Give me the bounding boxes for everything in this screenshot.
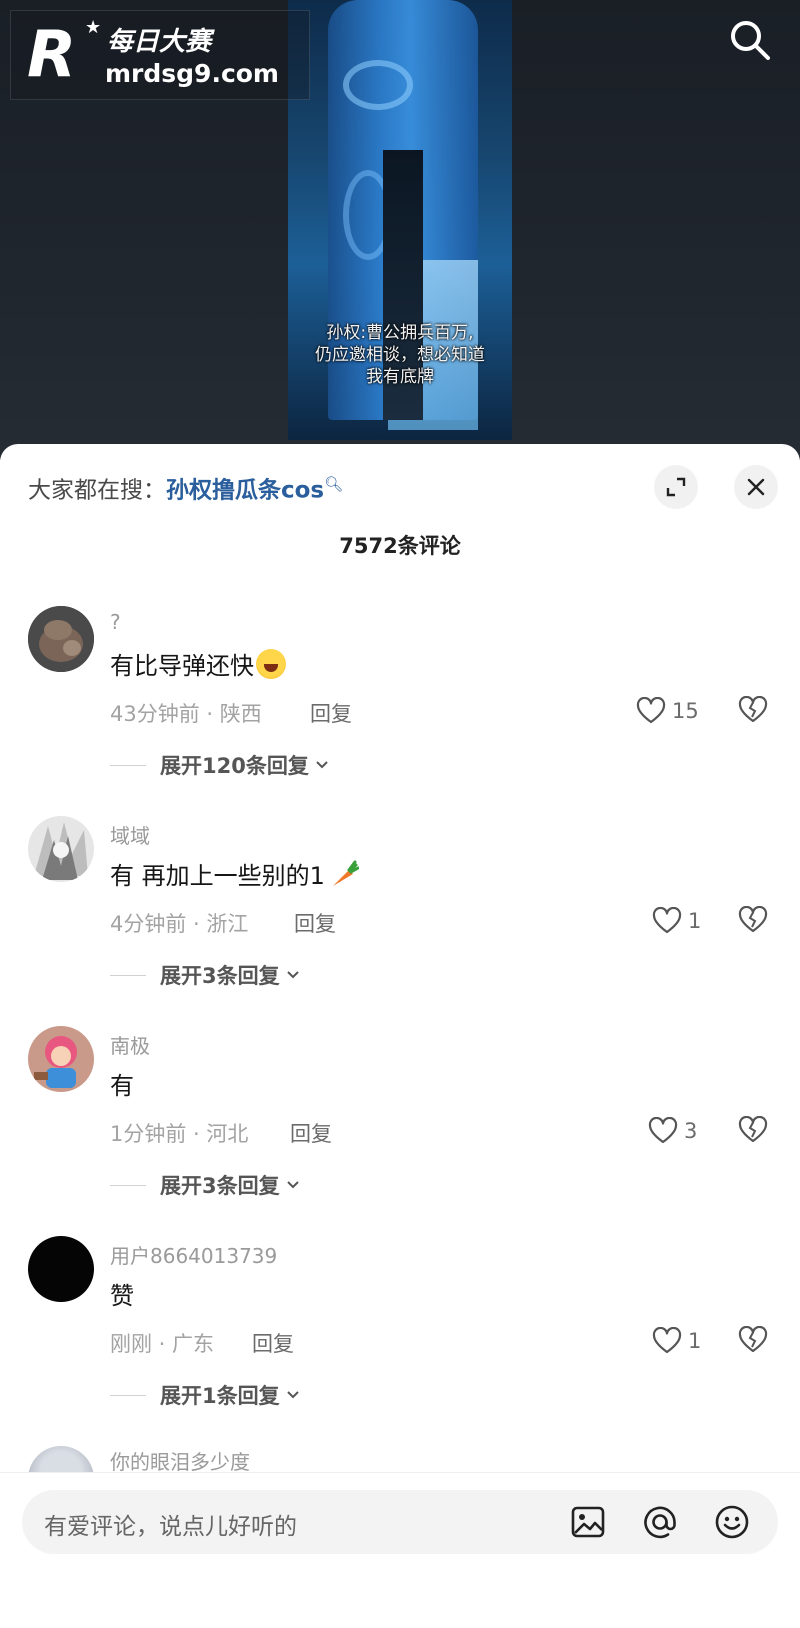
comment-text: 有比导弹还快	[110, 646, 286, 681]
divider-line	[110, 974, 146, 976]
comment-input-bar[interactable]: 有爱评论，说点儿好听的	[22, 1490, 778, 1554]
comment-item: 用户8664013739 赞 刚刚 · 广东 回复 1 展开1条回复	[0, 1236, 800, 1436]
reply-button[interactable]: 回复	[310, 698, 352, 728]
expand-icon	[666, 477, 686, 497]
expand-replies-label: 展开120条回复	[160, 754, 309, 778]
comment-text: 有	[110, 1072, 134, 1100]
expand-replies-label: 展开3条回复	[160, 964, 280, 988]
image-icon[interactable]	[570, 1504, 606, 1540]
reply-button[interactable]: 回复	[294, 908, 336, 938]
video-player[interactable]: 孙权:曹公拥兵百万, 仍应邀相谈，想必知道 我有底牌 R ★ 每日大赛 mrds…	[0, 0, 800, 460]
divider-line	[110, 764, 146, 766]
reply-button[interactable]: 回复	[252, 1328, 294, 1358]
dislike-button[interactable]	[738, 1115, 768, 1146]
logo-letter: R	[27, 18, 77, 92]
expand-replies-button[interactable]: 展开120条回复	[110, 750, 331, 780]
comment-sheet: 大家都在搜：孙权撸瓜条cos🔍︎ 7572条评论 ? 有比导弹还快 43分钟前 …	[0, 444, 800, 1628]
comment-item: ? 有比导弹还快 43分钟前 · 陕西 回复 15 展开120条回复	[0, 606, 800, 806]
comment-meta: 1分钟前 · 河北	[110, 1122, 249, 1146]
trending-search[interactable]: 大家都在搜：孙权撸瓜条cos🔍︎	[28, 468, 343, 507]
like-button[interactable]: 3	[648, 1116, 697, 1146]
divider-line	[110, 1184, 146, 1186]
comment-meta: 4分钟前 · 浙江	[110, 912, 249, 936]
comment-input[interactable]: 有爱评论，说点儿好听的	[44, 1507, 297, 1541]
expand-replies-button[interactable]: 展开3条回复	[110, 960, 302, 990]
expand-replies-button[interactable]: 展开1条回复	[110, 1380, 302, 1410]
comment-text-content: 有比导弹还快	[110, 652, 254, 680]
dislike-button[interactable]	[738, 905, 768, 936]
divider-line	[110, 1394, 146, 1396]
comment-username[interactable]: 你的眼泪多少度	[110, 1446, 250, 1472]
heart-icon	[652, 907, 682, 934]
robe-pattern	[343, 60, 413, 110]
chevron-down-icon	[316, 761, 328, 769]
dislike-button[interactable]	[738, 695, 768, 726]
comment-meta: 43分钟前 · 陕西	[110, 702, 262, 726]
comment-text-content: 有 再加上一些别的1	[110, 862, 325, 890]
star-icon: ★	[85, 17, 102, 38]
comment-text: 有 再加上一些别的1	[110, 856, 359, 891]
heart-icon	[652, 1327, 682, 1354]
comment-item: 南极 有 1分钟前 · 河北 回复 3 展开3条回复	[0, 1026, 800, 1226]
broken-heart-icon	[738, 905, 768, 933]
like-count: 3	[684, 1119, 698, 1143]
avatar[interactable]	[28, 1026, 94, 1092]
broken-heart-icon	[738, 1115, 768, 1143]
comment-meta: 刚刚 · 广东	[110, 1332, 215, 1356]
like-count: 15	[672, 699, 699, 723]
search-small-icon: 🔍︎	[324, 475, 344, 493]
close-button[interactable]	[734, 465, 778, 509]
sweat-laugh-emoji	[256, 649, 286, 679]
comment-username[interactable]: ?	[110, 610, 121, 634]
video-subtitle: 孙权:曹公拥兵百万, 仍应邀相谈，想必知道 我有底牌	[288, 322, 512, 388]
search-icon[interactable]	[726, 16, 774, 64]
comment-username[interactable]: 用户8664013739	[110, 1240, 277, 1269]
heart-icon	[636, 697, 666, 724]
carrot-emoji	[332, 860, 359, 886]
avatar[interactable]	[28, 606, 94, 672]
chevron-down-icon	[286, 971, 299, 979]
like-button[interactable]: 15	[636, 696, 699, 726]
chevron-down-icon	[286, 1391, 299, 1399]
like-count: 1	[688, 909, 702, 933]
comment-item: 你的眼泪多少度	[0, 1446, 800, 1472]
comment-username[interactable]: 域域	[110, 820, 150, 849]
avatar[interactable]	[28, 1236, 94, 1302]
broken-heart-icon	[738, 695, 768, 723]
heart-icon	[648, 1117, 678, 1144]
subtitle-line: 仍应邀相谈，想必知道	[315, 345, 485, 365]
expand-replies-button[interactable]: 展开3条回复	[110, 1170, 302, 1200]
comment-username[interactable]: 南极	[110, 1030, 150, 1059]
chevron-down-icon	[286, 1181, 299, 1189]
sheet-header: 大家都在搜：孙权撸瓜条cos🔍︎	[0, 444, 800, 524]
watermark-logo: R ★ 每日大赛 mrdsg9.com	[10, 10, 310, 100]
like-button[interactable]: 1	[652, 1326, 701, 1356]
trending-search-prefix: 大家都在搜：	[28, 477, 166, 504]
close-icon	[747, 478, 765, 496]
logo-brand-text: 每日大赛	[107, 27, 212, 57]
comment-text: 赞	[110, 1282, 134, 1310]
broken-heart-icon	[738, 1325, 768, 1353]
logo-url: mrdsg9.com	[105, 59, 279, 88]
like-button[interactable]: 1	[652, 906, 701, 936]
trending-search-term[interactable]: 孙权撸瓜条cos	[166, 478, 324, 504]
comment-count: 7572条评论	[339, 534, 461, 558]
comment-item: 域域 有 再加上一些别的1 4分钟前 · 浙江 回复 1 展开3条回复	[0, 816, 800, 1016]
expand-button[interactable]	[654, 465, 698, 509]
at-icon[interactable]	[642, 1504, 678, 1540]
avatar[interactable]	[28, 816, 94, 882]
like-count: 1	[688, 1329, 702, 1353]
emoji-icon[interactable]	[714, 1504, 750, 1540]
expand-replies-label: 展开1条回复	[160, 1384, 280, 1408]
dislike-button[interactable]	[738, 1325, 768, 1356]
avatar[interactable]	[28, 1446, 94, 1472]
expand-replies-label: 展开3条回复	[160, 1174, 280, 1198]
subtitle-line: 我有底牌	[366, 367, 434, 387]
subtitle-line: 孙权:曹公拥兵百万,	[326, 323, 474, 343]
reply-button[interactable]: 回复	[290, 1118, 332, 1148]
divider	[0, 1472, 800, 1473]
